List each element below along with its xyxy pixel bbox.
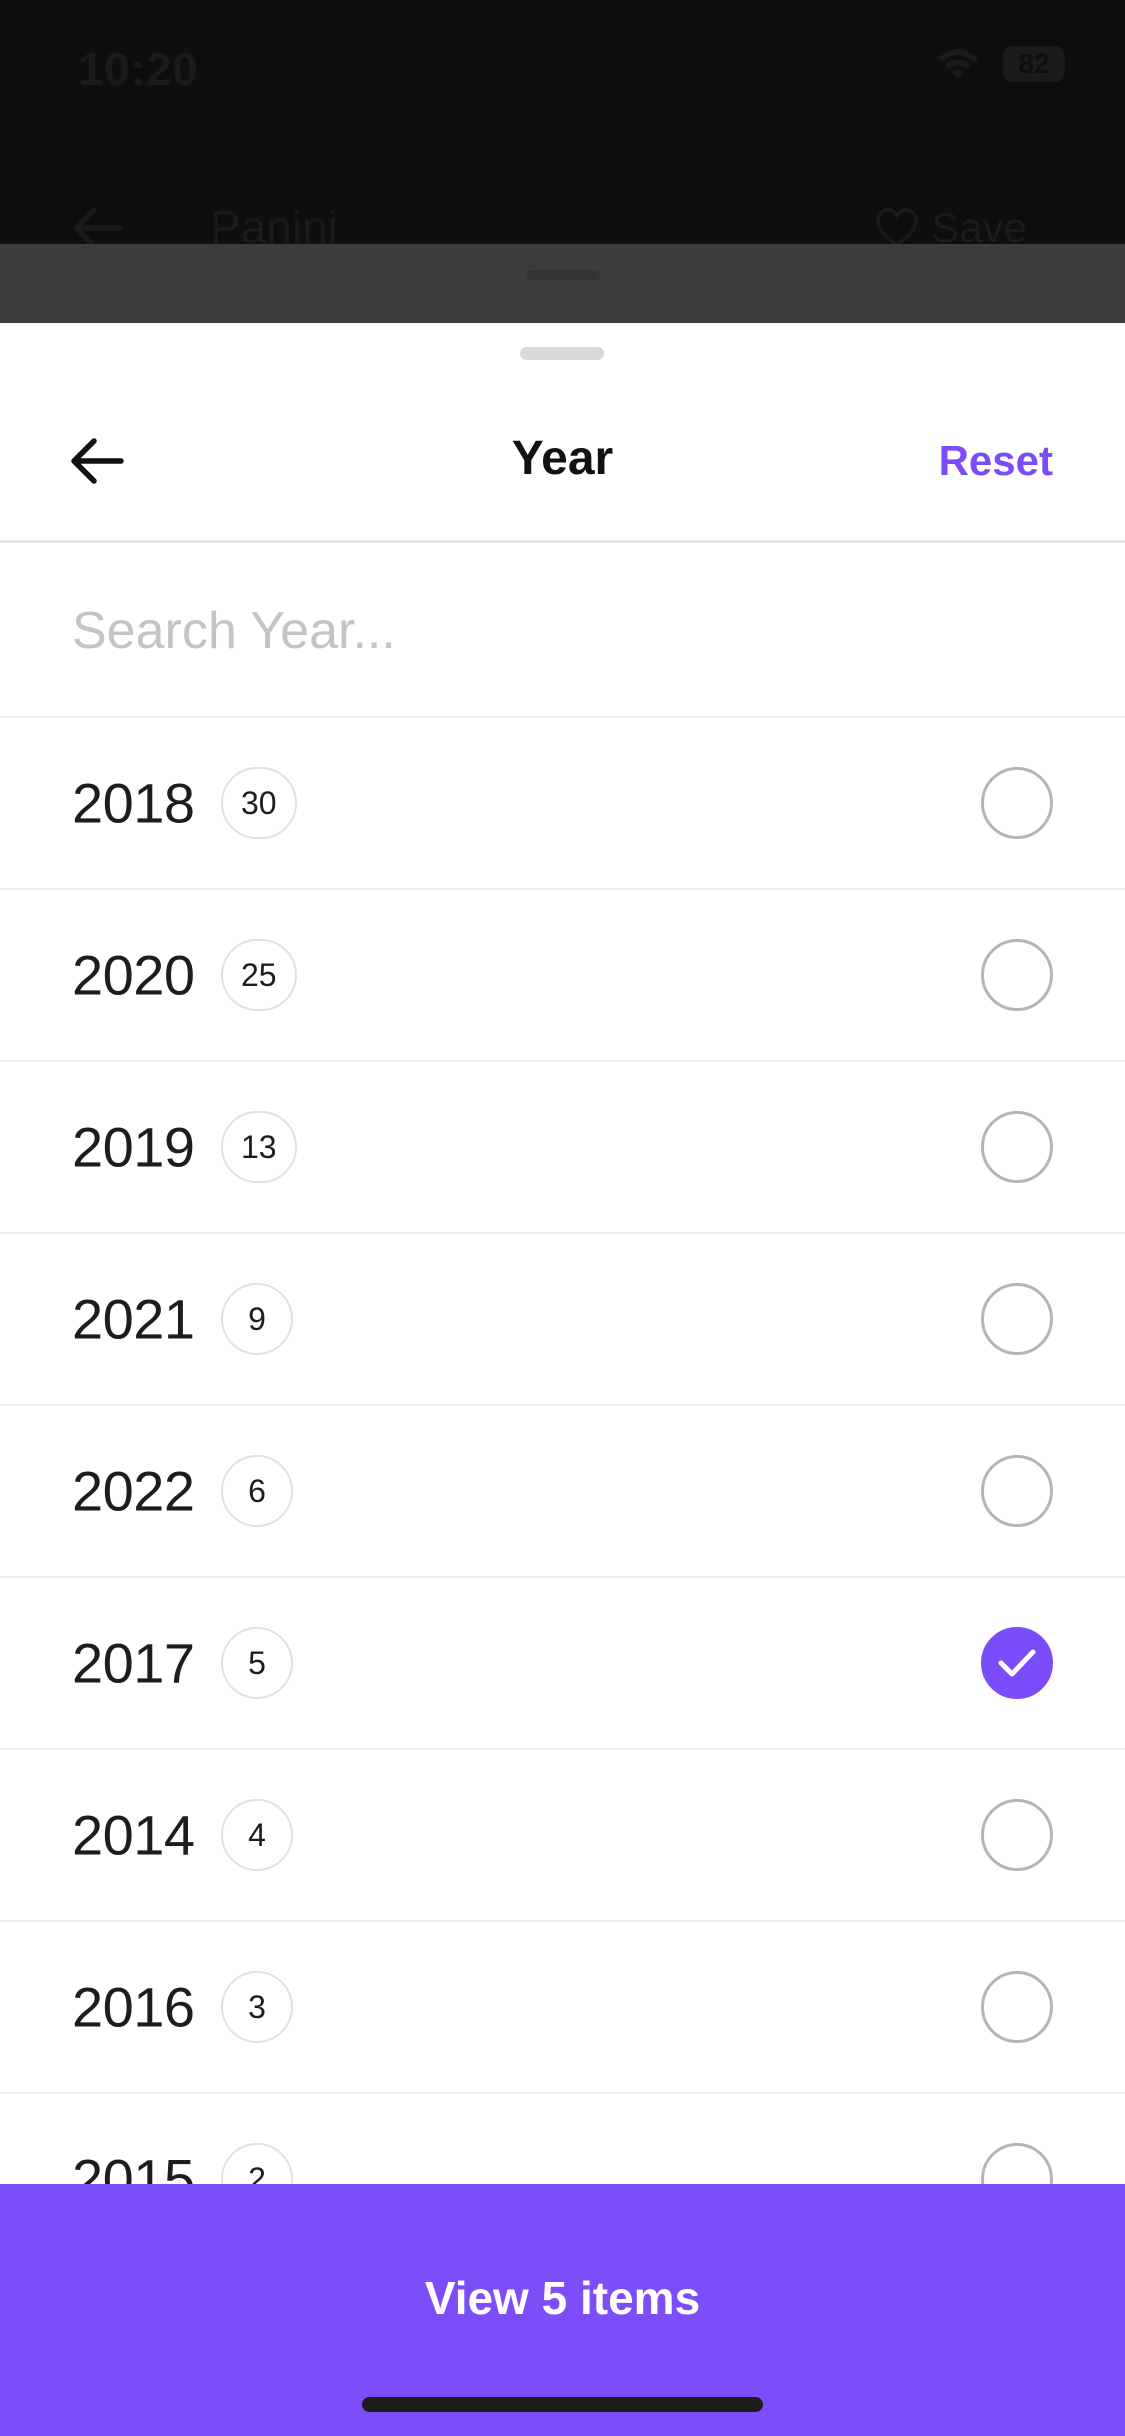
year-label: 2021	[72, 1287, 195, 1351]
radio-button[interactable]	[981, 767, 1053, 839]
status-time: 10:20	[78, 43, 199, 95]
radio-button[interactable]	[981, 1455, 1053, 1527]
battery-icon: 82	[1003, 46, 1065, 82]
radio-button[interactable]	[981, 1283, 1053, 1355]
count-badge: 3	[221, 1971, 293, 2043]
count-badge: 5	[221, 1627, 293, 1699]
year-item-2018[interactable]: 2018 30	[0, 718, 1125, 890]
search-bar	[0, 546, 1125, 718]
count-badge: 25	[221, 939, 297, 1011]
year-label: 2017	[72, 1631, 195, 1695]
year-item-2017[interactable]: 2017 5	[0, 1578, 1125, 1750]
view-items-button[interactable]: View 5 items	[0, 2184, 1125, 2412]
reset-button[interactable]: Reset	[939, 437, 1053, 485]
year-label: 2016	[72, 1975, 195, 2039]
count-badge: 6	[221, 1455, 293, 1527]
year-item-2019[interactable]: 2019 13	[0, 1062, 1125, 1234]
year-label: 2019	[72, 1115, 195, 1179]
year-item-2014[interactable]: 2014 4	[0, 1750, 1125, 1922]
year-item-2022[interactable]: 2022 6	[0, 1406, 1125, 1578]
radio-button[interactable]	[981, 1799, 1053, 1871]
search-input[interactable]	[72, 586, 1052, 676]
footer: View 5 items	[0, 2184, 1125, 2436]
year-label: 2018	[72, 771, 195, 835]
sheet-header: Year Reset	[0, 383, 1125, 543]
year-label: 2014	[72, 1803, 195, 1867]
radio-button[interactable]	[981, 1627, 1053, 1699]
count-badge: 13	[221, 1111, 297, 1183]
count-badge: 4	[221, 1799, 293, 1871]
year-item-2020[interactable]: 2020 25	[0, 890, 1125, 1062]
home-indicator	[362, 2397, 763, 2412]
status-icons: 82	[935, 46, 1065, 82]
wifi-icon	[938, 49, 978, 79]
checkmark-icon	[998, 1649, 1036, 1677]
status-bar: 10:20 82	[0, 0, 1125, 140]
year-item-2021[interactable]: 2021 9	[0, 1234, 1125, 1406]
radio-button[interactable]	[981, 1111, 1053, 1183]
count-badge: 9	[221, 1283, 293, 1355]
count-badge: 30	[221, 767, 297, 839]
year-label: 2022	[72, 1459, 195, 1523]
year-filter-sheet: Year Reset 2018 30 2020 25 2019 13 2021	[0, 323, 1125, 2436]
sheet-grabber[interactable]	[520, 347, 604, 360]
background-sheet	[0, 244, 1125, 324]
year-list: 2018 30 2020 25 2019 13 2021 9 2022 6 20…	[0, 718, 1125, 2266]
radio-button[interactable]	[981, 939, 1053, 1011]
background-sheet-handle	[526, 270, 600, 280]
radio-button[interactable]	[981, 1971, 1053, 2043]
year-label: 2020	[72, 943, 195, 1007]
heart-outline-icon	[876, 208, 919, 248]
year-item-2016[interactable]: 2016 3	[0, 1922, 1125, 2094]
